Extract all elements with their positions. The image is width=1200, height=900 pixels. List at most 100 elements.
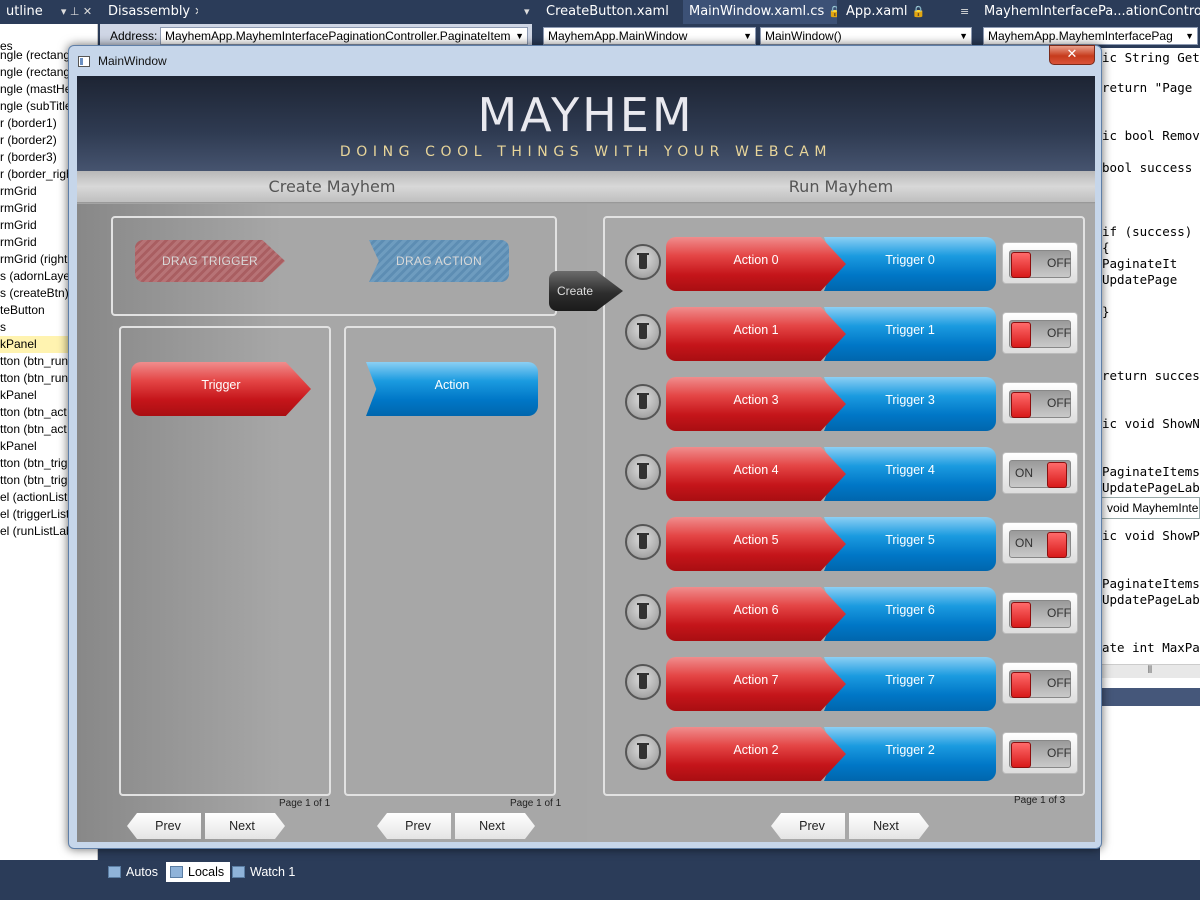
outline-item[interactable]: kPanel (0, 387, 37, 404)
tab-overflow-dropdown[interactable]: ▾ (514, 0, 538, 24)
run-trigger-button[interactable]: Trigger 0 (824, 237, 996, 291)
outline-item[interactable]: r (border3) (0, 149, 57, 166)
code-editor[interactable]: ic String GetP return "Page " ic bool Remo… (1100, 48, 1200, 688)
toggle-knob[interactable] (1011, 322, 1031, 348)
outline-item[interactable]: tton (btn_run (0, 353, 68, 370)
window-titlebar[interactable]: MainWindow ✕ (69, 45, 1101, 76)
tab-watch-1[interactable]: Watch 1 (228, 862, 301, 882)
drag-action-slot[interactable]: DRAG ACTION (369, 240, 509, 282)
outline-item[interactable]: tton (btn_act (0, 404, 67, 421)
on-off-toggle[interactable]: OFF (1002, 242, 1078, 284)
drag-trigger-slot[interactable]: DRAG TRIGGER (135, 240, 285, 282)
run-trigger-button[interactable]: Trigger 1 (824, 307, 996, 361)
on-off-toggle[interactable]: ON (1002, 522, 1078, 564)
trigger-prev-button[interactable]: Prev (127, 813, 201, 839)
on-off-toggle[interactable]: OFF (1002, 382, 1078, 424)
chevron-down-icon[interactable]: ▼ (515, 28, 524, 44)
run-action-button[interactable]: Action 1 (666, 307, 846, 361)
toggle-knob[interactable] (1047, 532, 1067, 558)
run-trigger-button[interactable]: Trigger 5 (824, 517, 996, 571)
right-class-combo[interactable]: MayhemApp.MayhemInterfacePag ▼ (983, 27, 1198, 45)
address-input[interactable]: MayhemApp.MayhemInterfacePaginationContr… (160, 27, 528, 45)
outline-item[interactable]: el (runListLab (0, 523, 73, 540)
outline-item[interactable]: rmGrid (0, 183, 37, 200)
run-trigger-button[interactable]: Trigger 3 (824, 377, 996, 431)
outline-item[interactable]: rmGrid (0, 217, 37, 234)
outline-item[interactable]: el (triggerListl (0, 506, 72, 523)
outline-item[interactable]: tton (btn_trig (0, 455, 67, 472)
on-off-toggle[interactable]: OFF (1002, 312, 1078, 354)
trash-icon[interactable] (625, 664, 661, 700)
close-icon[interactable]: 🔒 ✕ (828, 5, 837, 18)
run-trigger-button[interactable]: Trigger 2 (824, 727, 996, 781)
trash-icon[interactable] (625, 594, 661, 630)
toggle-knob[interactable] (1011, 742, 1031, 768)
trash-icon[interactable] (625, 454, 661, 490)
run-action-button[interactable]: Action 3 (666, 377, 846, 431)
outline-item[interactable]: kPanel (0, 438, 37, 455)
run-action-button[interactable]: Action 4 (666, 447, 846, 501)
outline-item[interactable]: s (adornLaye (0, 268, 70, 285)
outline-item[interactable]: rmGrid (0, 200, 37, 217)
outline-item[interactable]: s (0, 319, 6, 336)
on-off-toggle[interactable]: OFF (1002, 732, 1078, 774)
on-off-toggle[interactable]: OFF (1002, 662, 1078, 704)
tab-createbutton-xaml[interactable]: CreateButton.xaml🔒 (540, 0, 672, 24)
outline-item[interactable]: ngle (mastHe (0, 81, 71, 98)
member-combo[interactable]: MainWindow() ▼ (760, 27, 972, 45)
action-prev-button[interactable]: Prev (377, 813, 451, 839)
trash-icon[interactable] (625, 524, 661, 560)
outline-item[interactable]: ngle (rectang (0, 47, 70, 64)
outline-item[interactable]: r (border1) (0, 115, 57, 132)
outline-item[interactable]: r (border_righ (0, 166, 73, 183)
toggle-knob[interactable] (1011, 392, 1031, 418)
toggle-knob[interactable] (1011, 672, 1031, 698)
outline-item[interactable]: rmGrid (0, 234, 37, 251)
toggle-knob[interactable] (1011, 602, 1031, 628)
run-action-button[interactable]: Action 5 (666, 517, 846, 571)
run-trigger-button[interactable]: Trigger 6 (824, 587, 996, 641)
trigger-template-button[interactable]: Trigger (131, 362, 311, 416)
tab-autos[interactable]: Autos (104, 862, 164, 882)
run-next-button[interactable]: Next (849, 813, 929, 839)
tab-document-outline[interactable]: utline ▾ ⊥ ✕ (0, 0, 98, 24)
close-window-button[interactable]: ✕ (1049, 45, 1095, 65)
run-prev-button[interactable]: Prev (771, 813, 845, 839)
outline-item[interactable]: ngle (rectang (0, 64, 70, 81)
on-off-toggle[interactable]: OFF (1002, 592, 1078, 634)
tab-locals[interactable]: Locals (166, 862, 231, 882)
tab-mainwindow-xaml-cs[interactable]: MainWindow.xaml.cs🔒 ✕ (683, 0, 837, 24)
run-action-button[interactable]: Action 2 (666, 727, 846, 781)
outline-item[interactable]: teButton (0, 302, 45, 319)
tab-pagination-controller-cs[interactable]: MayhemInterfacePa...ationController.cs🔒 (978, 0, 1200, 24)
run-trigger-button[interactable]: Trigger 7 (824, 657, 996, 711)
tab-disassembly[interactable]: Disassembly✕ (102, 0, 198, 24)
pin-icon[interactable]: ▾ ⊥ ✕ (61, 5, 92, 18)
code-scrollbar[interactable]: ⦀ (1100, 664, 1200, 678)
outline-item[interactable]: s (createBtn) (0, 285, 69, 302)
action-template-button[interactable]: Action (366, 362, 538, 416)
class-combo[interactable]: MayhemApp.MainWindow ▼ (543, 27, 756, 45)
outline-item[interactable]: el (actionListL (0, 489, 74, 506)
outline-item[interactable]: ngle (subTitle (0, 98, 72, 115)
outline-item[interactable]: tton (btn_act (0, 421, 67, 438)
run-action-button[interactable]: Action 7 (666, 657, 846, 711)
run-action-button[interactable]: Action 0 (666, 237, 846, 291)
trash-icon[interactable] (625, 384, 661, 420)
trash-icon[interactable] (625, 734, 661, 770)
run-trigger-button[interactable]: Trigger 4 (824, 447, 996, 501)
action-next-button[interactable]: Next (455, 813, 535, 839)
tab-app-xaml[interactable]: App.xaml 🔒 (840, 0, 926, 24)
trigger-next-button[interactable]: Next (205, 813, 285, 839)
outline-item[interactable]: r (border2) (0, 132, 57, 149)
trash-icon[interactable] (625, 314, 661, 350)
on-off-toggle[interactable]: ON (1002, 452, 1078, 494)
trash-icon[interactable] (625, 244, 661, 280)
outline-item[interactable]: tton (btn_trig (0, 472, 67, 489)
tab-list-menu[interactable]: ≡ (950, 0, 974, 24)
close-icon[interactable]: ✕ (194, 5, 198, 18)
toggle-knob[interactable] (1047, 462, 1067, 488)
outline-item[interactable]: tton (btn_run (0, 370, 68, 387)
toggle-knob[interactable] (1011, 252, 1031, 278)
outline-item[interactable]: rmGrid (right! (0, 251, 71, 268)
